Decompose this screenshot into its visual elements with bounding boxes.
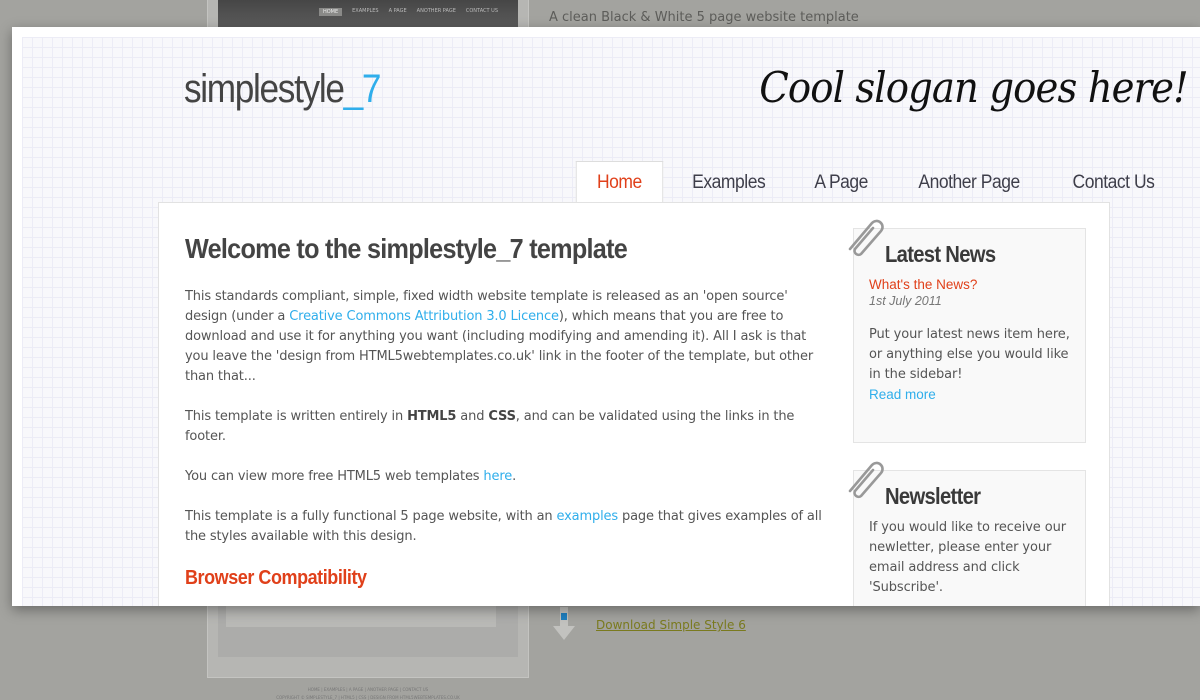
nav-item-home[interactable]: Home: [575, 161, 663, 204]
template-page: simplestyle_7 Cool slogan goes here! Hom…: [22, 37, 1200, 606]
text: and: [456, 409, 489, 424]
nav-item-contact-us[interactable]: Contact Us: [1052, 162, 1174, 204]
page-title: Welcome to the simplestyle_7 template: [185, 233, 628, 264]
thumbnail-nav-item: ANOTHER PAGE: [416, 8, 456, 14]
template-tagline: A clean Black & White 5 page website tem…: [549, 10, 859, 25]
text: This template is written entirely in: [185, 409, 408, 424]
main-nav: Home Examples A Page Another Page Contac…: [572, 161, 1180, 204]
intro-paragraph: This standards compliant, simple, fixed …: [185, 287, 825, 387]
nav-item-a-page[interactable]: A Page: [794, 162, 888, 204]
browser-compatibility-heading: Browser Compatibility: [185, 567, 367, 589]
thumbnail-footer-links: HOME | EXAMPLES | A PAGE | ANOTHER PAGE …: [307, 687, 429, 692]
nav-item-another-page[interactable]: Another Page: [899, 162, 1041, 204]
download-arrow-icon: [552, 607, 578, 643]
tech-paragraph: This template is written entirely in HTM…: [185, 407, 825, 447]
text: This template is a fully functional 5 pa…: [185, 509, 557, 524]
newsletter-text: If you would like to receive our newlett…: [869, 520, 1066, 595]
thumbnail-nav-item: A PAGE: [388, 8, 407, 14]
newsletter-title: Newsletter: [885, 483, 981, 509]
examples-paragraph: This template is a fully functional 5 pa…: [185, 507, 825, 547]
thumbnail-copyright: COPYRIGHT © SIMPLESTYLE_7 | HTML5 | CSS …: [276, 695, 460, 700]
here-link[interactable]: here: [483, 469, 512, 484]
paperclip-icon: [848, 219, 884, 257]
thumbnail-nav-item: CONTACT US: [465, 8, 498, 14]
bold-css: CSS: [488, 409, 516, 424]
read-more-link[interactable]: Read more: [869, 385, 1070, 405]
more-templates-paragraph: You can view more free HTML5 web templat…: [185, 467, 825, 487]
text: You can view more free HTML5 web templat…: [185, 469, 484, 484]
content-panel: Welcome to the simplestyle_7 template Th…: [158, 202, 1110, 606]
thumbnail-header: HOME EXAMPLES A PAGE ANOTHER PAGE CONTAC…: [218, 0, 518, 27]
bold-html5: HTML5: [407, 409, 457, 424]
paperclip-icon: [848, 461, 884, 499]
latest-news-box: Latest News What's the News? 1st July 20…: [848, 219, 1086, 443]
news-text: Put your latest news item here, or anyth…: [869, 327, 1070, 382]
download-section: Download Simple Style 6: [552, 607, 746, 643]
lightbox-preview: simplestyle_7 Cool slogan goes here! Hom…: [12, 27, 1200, 606]
licence-link[interactable]: Creative Commons Attribution 3.0 Licence: [289, 309, 559, 324]
latest-news-title: Latest News: [885, 241, 996, 267]
nav-item-examples[interactable]: Examples: [672, 162, 786, 204]
logo-accent: _7: [343, 67, 382, 111]
download-link[interactable]: Download Simple Style 6: [596, 618, 746, 632]
thumbnail-nav-item: EXAMPLES: [352, 8, 379, 14]
news-date: 1st July 2011: [869, 294, 942, 308]
logo-text: simplestyle: [184, 67, 345, 111]
main-content: Welcome to the simplestyle_7 template Th…: [185, 233, 825, 590]
thumbnail-nav-item: HOME: [318, 8, 343, 16]
thumbnail-nav: HOME EXAMPLES A PAGE ANOTHER PAGE CONTAC…: [318, 8, 498, 16]
site-logo[interactable]: simplestyle_7: [184, 67, 382, 112]
text: .: [512, 469, 517, 484]
news-headline-link[interactable]: What's the News?: [869, 276, 1070, 293]
newsletter-box: Newsletter If you would like to receive …: [848, 461, 1086, 606]
site-slogan: Cool slogan goes here!: [759, 63, 1189, 112]
examples-link[interactable]: examples: [557, 509, 619, 524]
